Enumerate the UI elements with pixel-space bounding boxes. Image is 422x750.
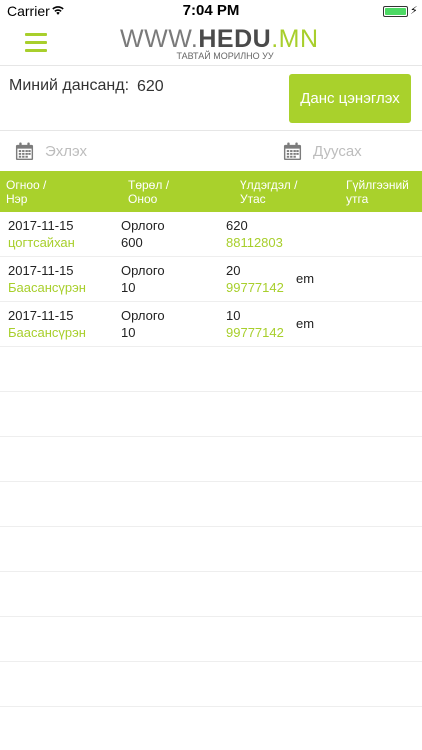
row-score: 10 [121, 280, 136, 295]
row-name: Баасансүрэн [8, 325, 86, 340]
empty-row [0, 617, 422, 662]
logo-subtitle: ТАВТАЙ МОРИЛНО УУ [176, 51, 274, 61]
empty-row [0, 527, 422, 572]
empty-row [0, 482, 422, 527]
row-description: em [296, 271, 315, 286]
empty-row [0, 572, 422, 617]
start-date-field[interactable] [15, 131, 255, 171]
battery-icon [383, 6, 408, 17]
logo: WWW.HEDU.MN ТАВТАЙ МОРИЛНО УУ [120, 25, 319, 63]
balance-label: Миний дансанд: [9, 77, 130, 94]
status-bar: Carrier 7:04 PM ⚡ [0, 0, 422, 22]
row-date: 2017-11-15 [8, 218, 74, 233]
row-type: Орлого [121, 218, 165, 233]
table-row[interactable]: 2017-11-15 Баасансүрэн Орлого 10 10 9977… [0, 302, 422, 347]
row-type: Орлого [121, 308, 165, 323]
row-date: 2017-11-15 [8, 263, 74, 278]
transaction-list: 2017-11-15 цогтсайхан Орлого 600 620 881… [0, 212, 422, 750]
row-name: Баасансүрэн [8, 280, 86, 295]
row-score: 10 [121, 325, 136, 340]
row-name: цогтсайхан [8, 235, 75, 250]
empty-row [0, 437, 422, 482]
row-date: 2017-11-15 [8, 308, 74, 323]
app-header: WWW.HEDU.MN ТАВТАЙ МОРИЛНО УУ [0, 22, 422, 66]
clock: 7:04 PM [182, 2, 240, 19]
calendar-icon [283, 141, 302, 160]
end-date-field[interactable] [283, 131, 422, 171]
topup-button[interactable]: Данс цэнэглэх [289, 74, 411, 123]
table-row[interactable]: 2017-11-15 Баасансүрэн Орлого 10 20 9977… [0, 257, 422, 302]
table-row[interactable]: 2017-11-15 цогтсайхан Орлого 600 620 881… [0, 212, 422, 257]
row-description: em [296, 316, 315, 331]
row-balance: 20 [226, 263, 241, 278]
row-balance: 620 [226, 218, 248, 233]
column-header-date-name: Огноо / Нэр [6, 178, 47, 206]
row-type: Орлого [121, 263, 165, 278]
row-phone: 88112803 [226, 235, 283, 250]
start-date-input[interactable] [45, 142, 195, 160]
logo-text: WWW.HEDU.MN [120, 25, 319, 53]
hamburger-menu-icon[interactable] [25, 33, 47, 53]
empty-row [0, 347, 422, 392]
column-header-type-score: Төрөл / Оноо [128, 178, 170, 206]
balance-section: Миний дансанд: 620 Данс цэнэглэх [0, 66, 422, 131]
row-balance: 10 [226, 308, 241, 323]
end-date-input[interactable] [313, 142, 422, 160]
empty-row [0, 707, 422, 750]
empty-row [0, 662, 422, 707]
row-score: 600 [121, 235, 143, 250]
balance-value: 620 [137, 78, 164, 95]
row-phone: 99777142 [226, 280, 284, 295]
calendar-icon [15, 141, 34, 160]
battery-level [385, 8, 406, 15]
date-filter [0, 131, 422, 171]
column-header-description: Гүйлгээний утга [346, 178, 409, 206]
charging-bolt-icon: ⚡ [410, 5, 418, 17]
row-phone: 99777142 [226, 325, 284, 340]
column-header-balance-phone: Үлдэгдэл / Утас [240, 178, 298, 206]
empty-row [0, 392, 422, 437]
table-header: Огноо / Нэр Төрөл / Оноо Үлдэгдэл / Утас Гү… [0, 171, 422, 212]
